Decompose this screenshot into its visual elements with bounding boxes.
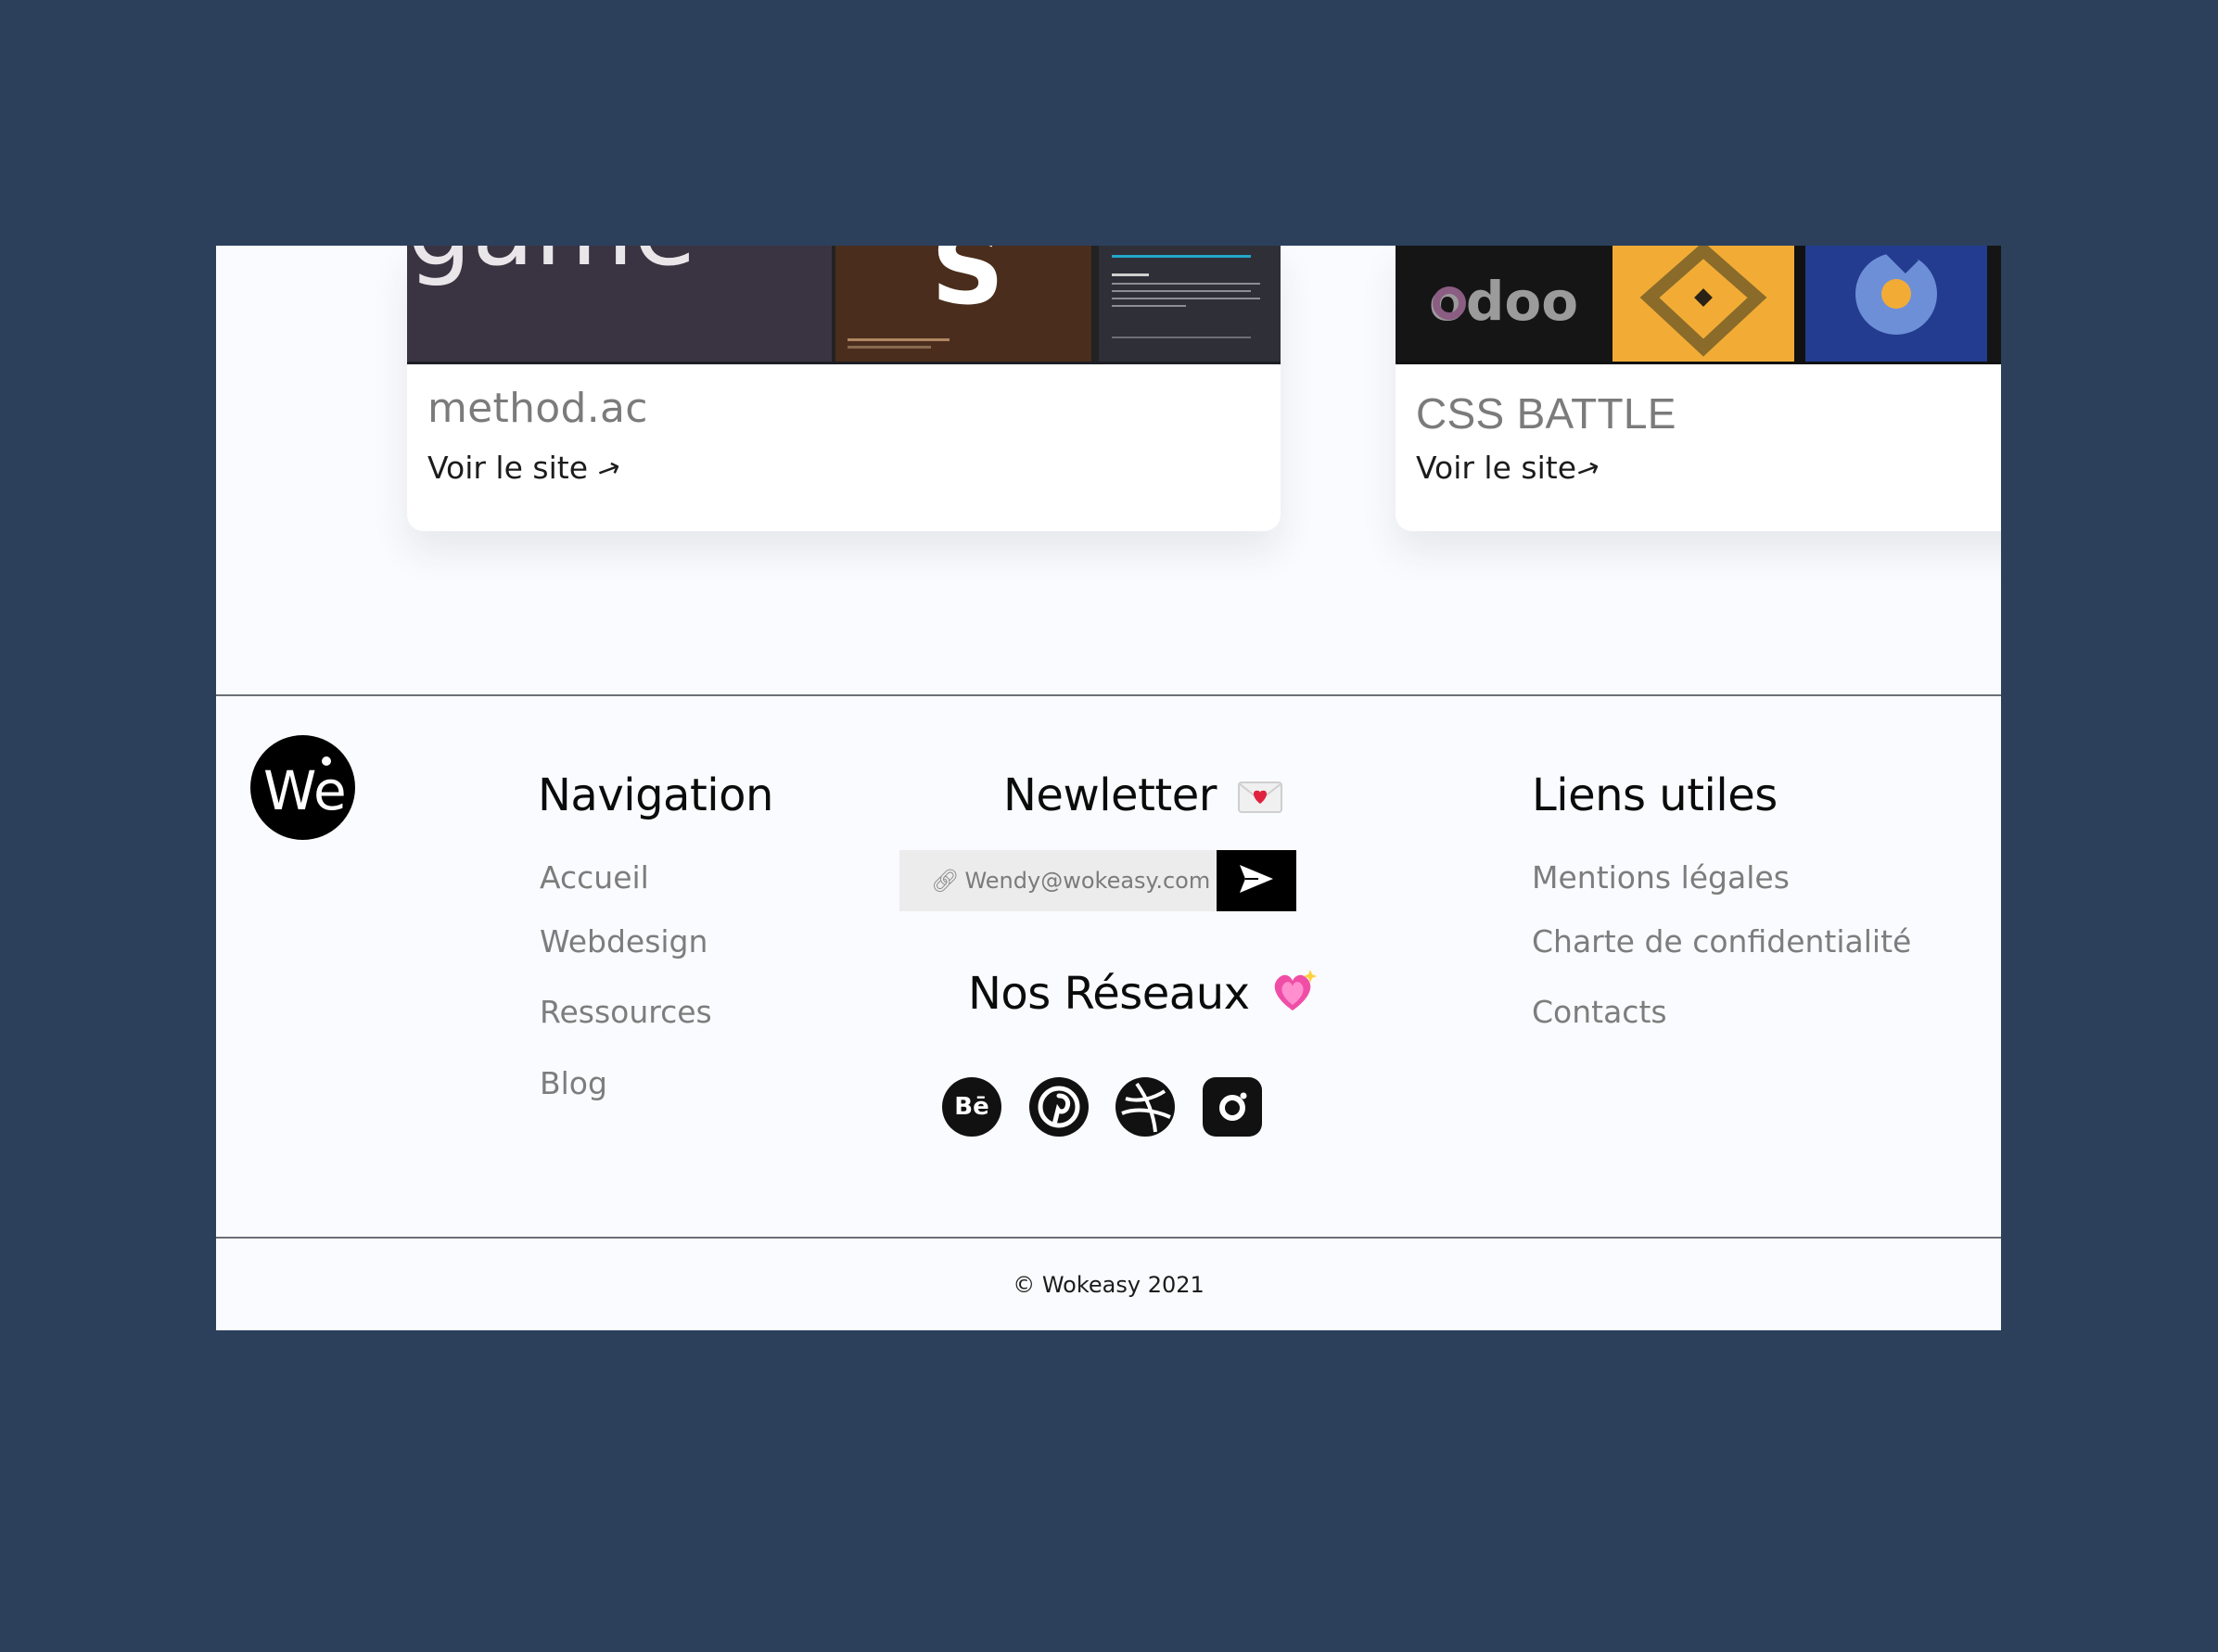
newsletter-title: Newletter xyxy=(1003,769,1282,824)
newsletter-email-input[interactable]: 🔗︎ Wendy@wokeasy.com xyxy=(899,850,1217,911)
instagram-icon[interactable] xyxy=(1203,1077,1262,1137)
footer-link-ressources[interactable]: Ressources xyxy=(540,994,712,1030)
resources-section: game S method.ac xyxy=(216,246,2001,694)
resource-card[interactable]: odoo CSS BATTLE Voir le site→ xyxy=(1396,246,2001,531)
card-thumbnail: game S xyxy=(407,246,1281,364)
behance-icon[interactable]: Bē xyxy=(942,1077,1001,1137)
svg-text:We: We xyxy=(263,759,347,822)
svg-text:odoo: odoo xyxy=(1429,270,1578,333)
pinterest-icon[interactable] xyxy=(1029,1077,1089,1137)
footer-divider xyxy=(216,694,2001,696)
dribbble-icon[interactable] xyxy=(1115,1077,1175,1137)
visit-site-link[interactable]: Voir le site→ xyxy=(1416,450,1604,489)
footer-link-charte-confidentialite[interactable]: Charte de confidentialité xyxy=(1532,923,1911,959)
wokeasy-logo[interactable]: We xyxy=(250,735,355,840)
card-thumbnail: odoo xyxy=(1396,246,2001,364)
useful-links-title: Liens utiles xyxy=(1532,769,1778,821)
page-frame: game S method.ac xyxy=(216,246,2001,1330)
copyright-divider xyxy=(216,1237,2001,1239)
arrow-up-right-icon: → xyxy=(1571,450,1605,489)
send-arrow-icon xyxy=(1238,863,1275,899)
socials-title: Nos Réseaux xyxy=(968,968,1318,1025)
newsletter-submit-button[interactable] xyxy=(1217,850,1296,911)
footer-link-contacts[interactable]: Contacts xyxy=(1532,994,1667,1030)
visit-site-link[interactable]: Voir le site→ xyxy=(427,450,625,489)
arrow-up-right-icon: → xyxy=(592,450,626,489)
link-icon: 🔗︎ xyxy=(931,868,960,894)
resource-card[interactable]: game S method.ac xyxy=(407,246,1281,531)
card-title: method.ac xyxy=(427,385,648,432)
footer-link-mentions-legales[interactable]: Mentions légales xyxy=(1532,859,1790,896)
love-letter-icon xyxy=(1237,772,1282,824)
footer-link-blog[interactable]: Blog xyxy=(540,1065,607,1101)
newsletter-form: 🔗︎ Wendy@wokeasy.com xyxy=(899,850,1296,911)
copyright-text: © Wokeasy 2021 xyxy=(1013,1272,1205,1298)
svg-text:game: game xyxy=(407,246,696,288)
footer-link-accueil[interactable]: Accueil xyxy=(540,859,649,896)
card-title: CSS BATTLE xyxy=(1416,389,1676,438)
sparkling-heart-icon xyxy=(1268,968,1318,1025)
navigation-title: Navigation xyxy=(538,769,773,821)
footer-link-webdesign[interactable]: Webdesign xyxy=(540,923,707,959)
svg-text:S: S xyxy=(931,246,1004,327)
